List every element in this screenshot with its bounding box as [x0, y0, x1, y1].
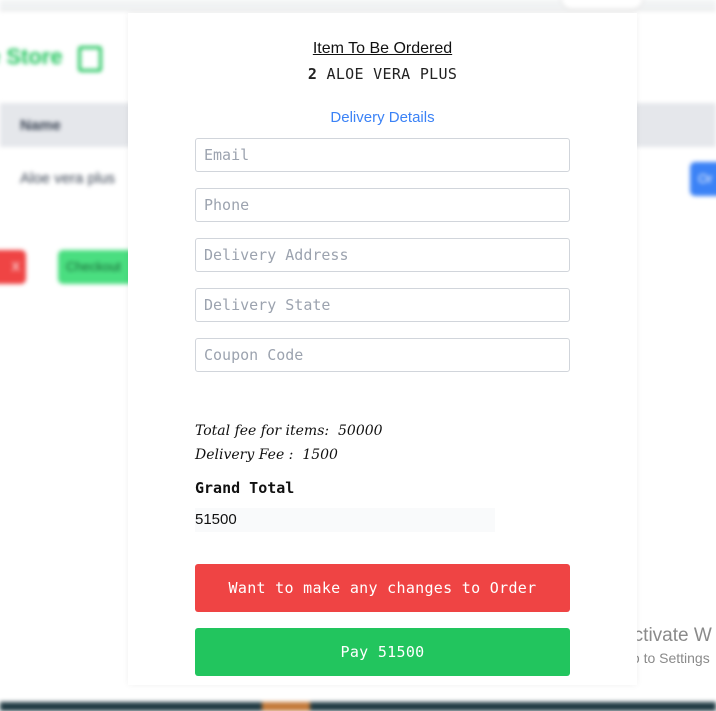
items-fee-line: Total fee for items: 50000 — [195, 423, 383, 439]
remove-button-bg: X — [0, 250, 26, 284]
delivery-state-field[interactable] — [195, 288, 570, 322]
items-fee-value: 50000 — [338, 423, 383, 439]
table-row-item-name: Aloe vera plus — [20, 170, 116, 187]
ordered-item: 2 ALOE VERA PLUS — [128, 65, 637, 83]
order-modal: Item To Be Ordered 2 ALOE VERA PLUS Deli… — [128, 13, 637, 685]
grand-total-label: Grand Total — [195, 479, 295, 497]
modal-heading: Item To Be Ordered — [312, 40, 453, 57]
change-order-button[interactable]: Want to make any changes to Order — [195, 564, 570, 612]
order-button-bg: Or — [690, 162, 716, 196]
delivery-fee-label: Delivery Fee : — [195, 447, 294, 463]
grand-total-value: 51500 — [195, 508, 495, 532]
delivery-details-heading: Delivery Details — [330, 109, 435, 126]
delivery-address-field[interactable] — [195, 238, 570, 272]
browser-address-pill — [560, 0, 644, 10]
browser-toolbar — [0, 0, 716, 11]
store-title: e Store — [0, 44, 63, 69]
email-field[interactable] — [195, 138, 570, 172]
taskbar-active-app — [262, 702, 310, 711]
phone-field[interactable] — [195, 188, 570, 222]
item-name: ALOE VERA PLUS — [326, 65, 458, 83]
pay-button[interactable]: Pay 51500 — [195, 628, 570, 676]
coupon-code-field[interactable] — [195, 338, 570, 372]
item-quantity: 2 — [307, 65, 318, 83]
cart-icon — [78, 46, 102, 72]
items-fee-label: Total fee for items: — [195, 423, 330, 439]
delivery-fee-value: 1500 — [302, 447, 338, 463]
table-header-name: Name — [20, 117, 61, 134]
delivery-fee-line: Delivery Fee : 1500 — [195, 447, 338, 463]
os-taskbar — [0, 702, 716, 711]
